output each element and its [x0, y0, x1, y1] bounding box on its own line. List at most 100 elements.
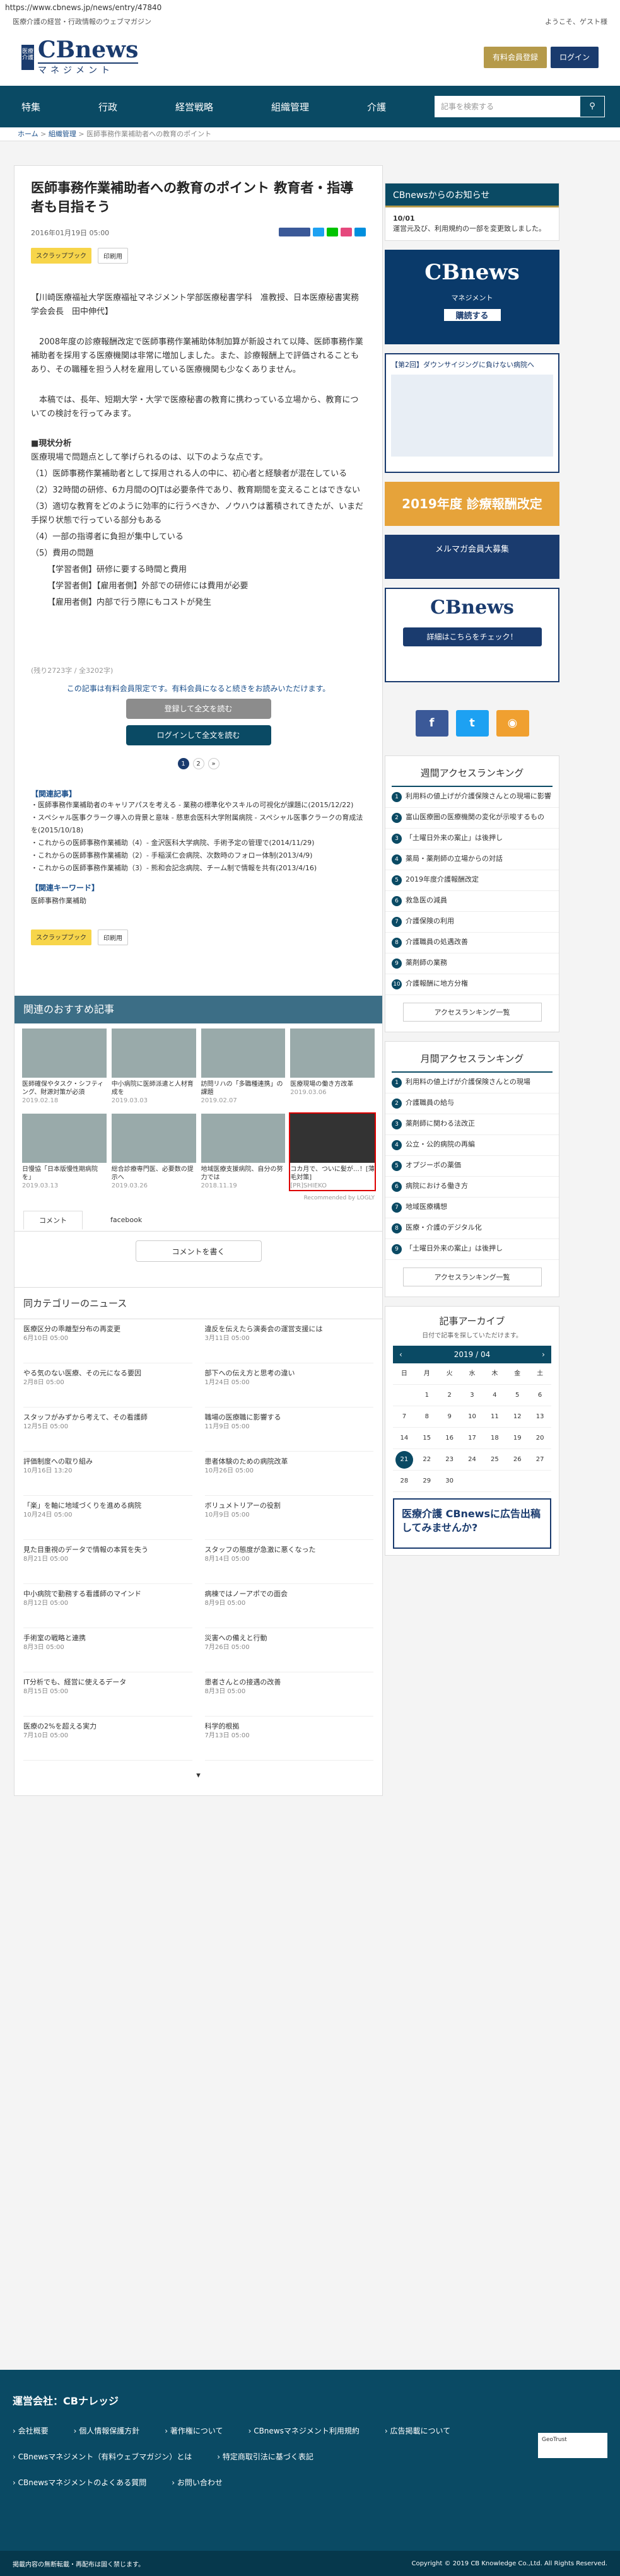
rank-item[interactable]: 4 薬局・薬剤師の立場からの対話 — [385, 849, 559, 870]
footer-link[interactable]: 広告掲載について — [385, 2425, 450, 2436]
rank-item[interactable]: 8 医療・介護のデジタル化 — [385, 1218, 559, 1239]
footer-link[interactable]: 会社概要 — [13, 2425, 49, 2436]
news-item[interactable]: 医療の2%を超える実力 7月10日 05:00 — [23, 1716, 192, 1761]
news-item[interactable]: 医療区分の乖離型分布の再変更 6月10日 05:00 — [23, 1319, 192, 1363]
write-comment-button[interactable]: コメントを書く — [135, 1240, 262, 1262]
rank-item[interactable]: 5 2019年度介護報酬改定 — [385, 870, 559, 891]
news-item[interactable]: 科学的根拠 7月13日 05:00 — [204, 1716, 373, 1761]
footer-link[interactable]: 個人情報保護方針 — [74, 2425, 139, 2436]
tab-comment[interactable]: コメント — [23, 1210, 83, 1230]
related-item[interactable]: これからの医師事務作業補助（2）- 手稲渓仁会病院、次数時のフォロー体制(201… — [31, 849, 366, 862]
calendar-day[interactable]: 1 — [415, 1385, 438, 1406]
news-item[interactable]: 職場の医療職に影響する 11月9日 05:00 — [204, 1407, 373, 1452]
rank-item[interactable]: 3 薬剤師に関わる法改正 — [385, 1114, 559, 1135]
calendar-day[interactable]: 20 — [529, 1428, 551, 1449]
calendar-day[interactable]: 6 — [529, 1385, 551, 1406]
rank-item[interactable]: 3 「土曜日外来の案止」は後押し — [385, 829, 559, 849]
calendar-day[interactable]: 3 — [460, 1385, 484, 1406]
crumb-cat[interactable]: 組織管理 — [49, 130, 76, 138]
register-button[interactable]: 有料会員登録 — [483, 47, 547, 68]
news-item[interactable]: 部下への伝え方と思考の違い 1月24日 05:00 — [204, 1363, 373, 1407]
site-logo[interactable]: 医療介護 CBnews マネジメント — [21, 38, 139, 76]
ad-subscribe[interactable]: CBnews マネジメント 購読する — [385, 250, 559, 344]
rank-item[interactable]: 9 「土曜日外来の案止」は後押し — [385, 1239, 559, 1260]
facebook-like-icon[interactable] — [279, 228, 310, 236]
related-item[interactable]: これからの医師事務作業補助（3）- 熊和会記念病院、チーム制で情報を共有(201… — [31, 862, 366, 875]
rank-item[interactable]: 9 薬剤師の業務 — [385, 953, 559, 974]
calendar-day[interactable]: 5 — [506, 1385, 529, 1406]
rank-item[interactable]: 2 介護職員の給与 — [385, 1093, 559, 1114]
login-read-button[interactable]: ログインして全文を読む — [126, 725, 271, 745]
calendar-day[interactable]: 23 — [438, 1449, 461, 1471]
footer-link[interactable]: CBnewsマネジメント（有料ウェブマガジン）とは — [13, 2451, 192, 2462]
search-input[interactable]: 記事を検索する — [435, 96, 580, 117]
news-item[interactable]: 「楽」を軸に地域づくりを進める病院 10月24日 05:00 — [23, 1496, 192, 1540]
rank-item[interactable]: 6 病院における働き方 — [385, 1177, 559, 1198]
calendar-day[interactable]: 12 — [506, 1406, 529, 1428]
calendar-day[interactable]: 8 — [415, 1406, 438, 1428]
footer-link[interactable]: 特定商取引法に基づく表記 — [217, 2451, 313, 2462]
news-item[interactable]: 災害への備えと行動 7月26日 05:00 — [204, 1628, 373, 1672]
rank-item[interactable]: 2 富山医療圏の医療機関の変化が示唆するもの — [385, 808, 559, 829]
ad-mailmag[interactable]: メルマガ会員大募集 — [385, 535, 559, 579]
related-item[interactable]: これからの医師事務作業補助（4）- 金沢医科大学病院、手術予定の管理で(2014… — [31, 837, 366, 849]
ad-revision[interactable]: 2019年度 診療報酬改定 — [385, 482, 559, 526]
hatena-icon[interactable] — [354, 228, 366, 236]
calendar-day[interactable]: 18 — [483, 1428, 506, 1449]
news-item[interactable]: 手術室の戦略と連携 8月3日 05:00 — [23, 1628, 192, 1672]
news-item[interactable]: 見た目重視のデータで情報の本質を失う 8月21日 05:00 — [23, 1540, 192, 1584]
calendar-day[interactable]: 25 — [483, 1449, 506, 1471]
ad-detail-button[interactable]: 詳細はこちらをチェック！ — [402, 627, 542, 646]
nav-admin[interactable]: 行政 — [90, 100, 126, 114]
calendar-day[interactable]: 4 — [483, 1385, 506, 1406]
recommend-item[interactable]: 地域医療支援病院、自分の努力では 2018.11.19 — [201, 1114, 286, 1190]
tab-facebook[interactable]: facebook — [95, 1212, 157, 1228]
url-bar[interactable]: https://www.cbnews.jp/news/entry/47840 — [0, 0, 620, 15]
calendar-day[interactable]: 21 — [393, 1449, 416, 1471]
search-icon[interactable]: ⚲ — [580, 96, 605, 117]
recommend-item[interactable]: 医師確保やタスク・シフティング、財源対策が必須 2019.02.18 — [22, 1029, 107, 1105]
calendar-day[interactable]: 13 — [529, 1406, 551, 1428]
scrapbook-button-bottom[interactable]: スクラップブック — [31, 930, 91, 945]
calendar-day[interactable]: 15 — [415, 1428, 438, 1449]
rank-item[interactable]: 1 利用料の値上げが介護保険さんとの現場に影響 — [385, 787, 559, 808]
print-button[interactable]: 印刷用 — [98, 248, 128, 264]
page-2[interactable]: 2 — [192, 758, 204, 769]
print-button-bottom[interactable]: 印刷用 — [98, 930, 128, 945]
next-month-icon[interactable]: › — [542, 1346, 545, 1363]
calendar-day[interactable]: 24 — [460, 1449, 484, 1471]
rank-item[interactable]: 6 救急医の減員 — [385, 891, 559, 912]
calendar-day[interactable]: 14 — [393, 1428, 416, 1449]
footer-link[interactable]: CBnewsマネジメント利用規約 — [249, 2425, 360, 2436]
twitter-icon[interactable]: t — [455, 710, 489, 737]
calendar-day[interactable]: 2 — [438, 1385, 461, 1406]
scrapbook-button[interactable]: スクラップブック — [31, 248, 91, 264]
pocket-icon[interactable] — [341, 228, 352, 236]
news-item[interactable]: 病棟ではノーアポでの面会 8月9日 05:00 — [204, 1584, 373, 1628]
ad-seminar[interactable]: 【第2回】ダウンサイジングに負けない病院へ — [385, 353, 559, 473]
footer-link[interactable]: お問い合わせ — [172, 2477, 223, 2488]
related-item[interactable]: 医師事務作業補助者のキャリアパスを考える - 業務の標準化やスキルの可視化が課題… — [31, 799, 366, 812]
calendar-day[interactable]: 28 — [393, 1471, 416, 1492]
ad-advertise[interactable]: 医療介護 CBnewsに広告出稿してみませんか? — [393, 1498, 551, 1549]
prev-month-icon[interactable]: ‹ — [399, 1346, 402, 1363]
news-item[interactable]: 患者体験のための病院改革 10月26日 05:00 — [204, 1452, 373, 1496]
nav-org[interactable]: 組織管理 — [262, 100, 318, 114]
recommend-item[interactable]: 総合診療専門医、必要数の提示へ 2019.03.26 — [111, 1114, 196, 1190]
ad-cbnews[interactable]: CBnews 詳細はこちらをチェック！ — [385, 588, 559, 682]
calendar-day[interactable]: 7 — [393, 1406, 416, 1428]
nav-strategy[interactable]: 経営戦略 — [167, 100, 222, 114]
calendar-day[interactable]: 16 — [438, 1428, 461, 1449]
recommend-item[interactable]: 日慢協「日本版慢性期病院を」 2019.03.13 — [22, 1114, 107, 1190]
calendar-day[interactable]: 29 — [415, 1471, 438, 1492]
related-item[interactable]: スペシャル医事クラーク導入の背景と意味 - 慈恵会医科大学附属病院 - スペシャ… — [31, 812, 366, 837]
news-item[interactable]: 違反を伝えたら演奏会の運営支援には 3月11日 05:00 — [204, 1319, 373, 1363]
rank-item[interactable]: 4 公立・公的病院の再編 — [385, 1135, 559, 1156]
calendar-day[interactable]: 30 — [438, 1471, 461, 1492]
calendar-day[interactable]: 9 — [438, 1406, 461, 1428]
news-item[interactable]: ボリュメトリアーの役割 10月9日 05:00 — [204, 1496, 373, 1540]
notice-text[interactable]: 運営元及び、利用規約の一部を変更致しました。 — [393, 224, 546, 233]
rss-icon[interactable]: ◉ — [496, 710, 529, 737]
calendar-day[interactable]: 26 — [506, 1449, 529, 1471]
footer-link[interactable]: CBnewsマネジメントのよくある質問 — [13, 2477, 147, 2488]
